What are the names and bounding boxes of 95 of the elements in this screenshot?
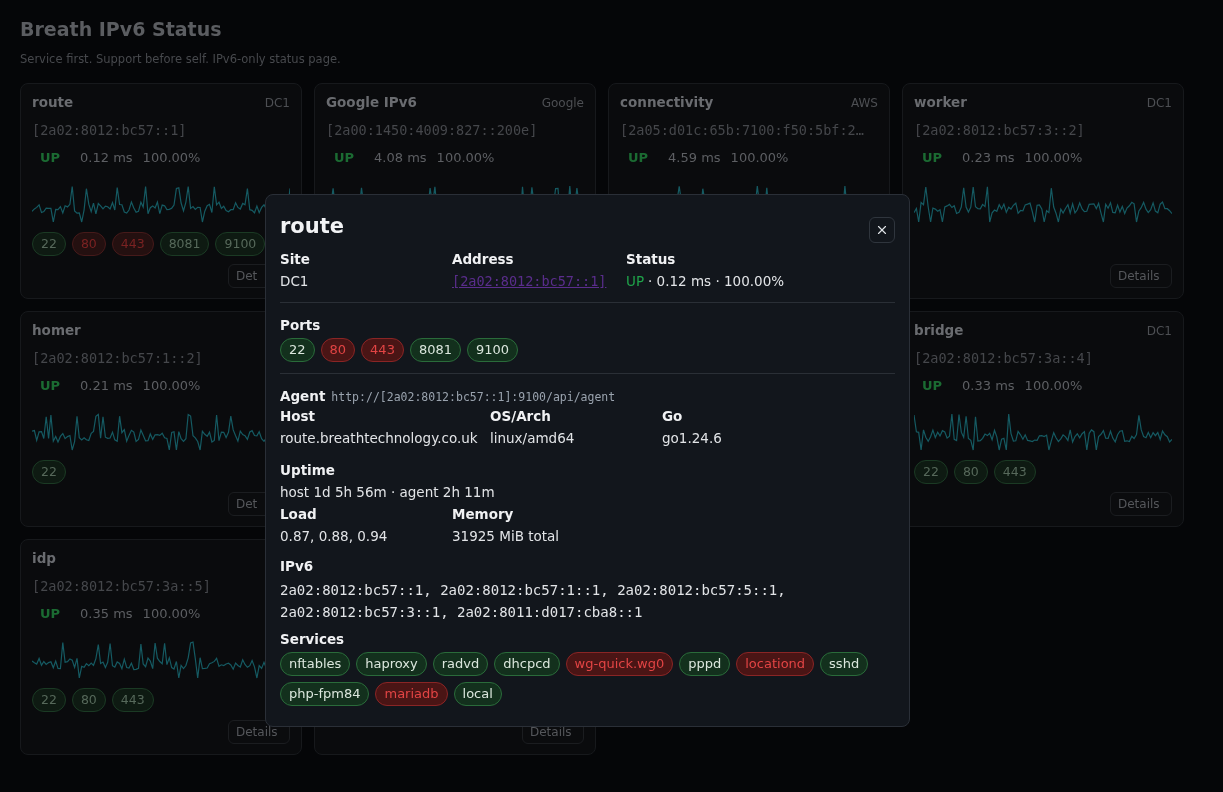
- service-badge: radvd: [432, 652, 489, 676]
- card-title: Google IPv6: [326, 94, 417, 110]
- card-address: [2a02:8012:bc57::1]: [32, 122, 188, 140]
- page-subtitle: Service first. Support before self. IPv6-only status page.: [20, 52, 342, 66]
- service-badge: locationd: [736, 652, 815, 676]
- service-badge: pppd: [679, 652, 731, 676]
- latency-text: 0.21 ms: [80, 378, 133, 393]
- port-badge: 8081: [409, 338, 461, 362]
- service-badge: php-fpm84: [280, 682, 370, 706]
- uptime-text: 100.00%: [1024, 150, 1083, 165]
- service-badge: dhcpcd: [494, 652, 560, 676]
- site-label: Google: [541, 96, 584, 110]
- latency-text: 0.33 ms: [962, 378, 1015, 393]
- uptime-text: 100.00%: [142, 606, 201, 621]
- field-label: OS/Arch: [490, 407, 552, 426]
- port-badge: 8081: [159, 232, 210, 256]
- service-badge: nftables: [280, 652, 351, 676]
- card-address: [2a00:1450:4009:827::200e]: [326, 122, 539, 140]
- service-badge: local: [453, 682, 502, 706]
- status-label: UP: [626, 273, 645, 289]
- latency-text: 0.12 ms: [80, 150, 133, 165]
- service-badge: mariadb: [375, 682, 448, 706]
- agent-url: http://[2a02:8012:bc57::1]:9100/api/agent: [331, 390, 616, 404]
- site-label: AWS: [850, 96, 878, 110]
- card-title: worker: [914, 94, 967, 110]
- field-label: Status: [626, 250, 677, 269]
- section-label: Ports: [280, 316, 322, 335]
- site-label: DC1: [264, 96, 290, 110]
- section-label: Agent: [280, 387, 326, 406]
- card-address: [2a02:8012:bc57:3a::4]: [914, 350, 1094, 368]
- port-badge: 443: [993, 460, 1036, 484]
- port-badge: 9100: [215, 232, 266, 256]
- latency-text: 4.08 ms: [374, 150, 427, 165]
- port-badge: 22: [32, 460, 66, 484]
- port-badge: 80: [953, 460, 988, 484]
- port-badge: 22: [32, 232, 66, 256]
- uptime-text: 100.00%: [436, 150, 495, 165]
- status-label: UP: [40, 150, 61, 165]
- card-title: route: [32, 94, 74, 110]
- port-badge: 80: [320, 338, 356, 362]
- page-title: Breath IPv6 Status: [20, 17, 223, 42]
- port-badge: 443: [111, 688, 154, 712]
- card-address: [2a02:8012:bc57:3::2]: [914, 122, 1086, 140]
- field-value: 31925 MiB total: [452, 527, 561, 546]
- status-label: UP: [922, 378, 943, 393]
- section-label: Services: [280, 630, 346, 649]
- uptime-text: 100.00%: [142, 378, 201, 393]
- port-badge: 80: [71, 688, 106, 712]
- field-label: Memory: [452, 505, 515, 524]
- uptime-text: 100.00%: [730, 150, 789, 165]
- field-value: go1.24.6: [662, 429, 723, 448]
- card-title: idp: [32, 550, 56, 566]
- field-value: linux/amd64: [490, 429, 576, 448]
- service-badge: sshd: [820, 652, 869, 676]
- close-icon: [875, 223, 889, 237]
- card-address: [2a05:d01c:65b:7100:f50:5bf:2…: [620, 122, 865, 140]
- card-title: connectivity: [620, 94, 714, 110]
- ipv6-list: 2a02:8012:bc57::1, 2a02:8012:bc57:1::1, 2a02:8012:bc57:5::1, 2a02:8012:bc57:3::1, 2a02:8011:d017:cba8::1: [280, 579, 895, 623]
- card-title: homer: [32, 322, 81, 338]
- service-badge: haproxy: [356, 652, 427, 676]
- card-title: bridge: [914, 322, 964, 338]
- dialog-title: route: [280, 213, 344, 240]
- address-link[interactable]: [2a02:8012:bc57::1]: [452, 273, 607, 289]
- uptime-text: 100.00%: [1024, 378, 1083, 393]
- status-label: UP: [40, 606, 61, 621]
- close-button[interactable]: [869, 217, 895, 243]
- details-button[interactable]: Details: [1110, 492, 1172, 516]
- port-badge: 443: [361, 338, 404, 362]
- card-address: [2a02:8012:bc57:1::2]: [32, 350, 204, 368]
- service-badge: wg-quick.wg0: [565, 652, 674, 676]
- status-label: UP: [334, 150, 355, 165]
- status-label: UP: [40, 378, 61, 393]
- field-label: Host: [280, 407, 317, 426]
- site-label: DC1: [1146, 96, 1172, 110]
- site-label: DC1: [1146, 324, 1172, 338]
- uptime-text: 100.00%: [142, 150, 201, 165]
- port-badge: 22: [32, 688, 66, 712]
- port-badge: 443: [111, 232, 154, 256]
- port-badge: 9100: [467, 338, 519, 362]
- status-text: · 0.12 ms · 100.00%: [648, 273, 785, 289]
- field-label: Go: [662, 407, 684, 426]
- port-badge: 22: [914, 460, 948, 484]
- status-label: UP: [628, 150, 649, 165]
- status-label: UP: [922, 150, 943, 165]
- latency-text: 4.59 ms: [668, 150, 721, 165]
- port-badge: 80: [71, 232, 106, 256]
- latency-text: 0.35 ms: [80, 606, 133, 621]
- section-label: IPv6: [280, 557, 315, 576]
- field-label: Uptime: [280, 461, 336, 480]
- field-value: 0.87, 0.88, 0.94: [280, 527, 389, 546]
- port-badge: 22: [280, 338, 315, 362]
- details-button[interactable]: Details: [1110, 264, 1172, 288]
- field-value: route.breathtechnology.co.uk: [280, 429, 479, 448]
- field-label: Address: [452, 250, 515, 269]
- latency-text: 0.23 ms: [962, 150, 1015, 165]
